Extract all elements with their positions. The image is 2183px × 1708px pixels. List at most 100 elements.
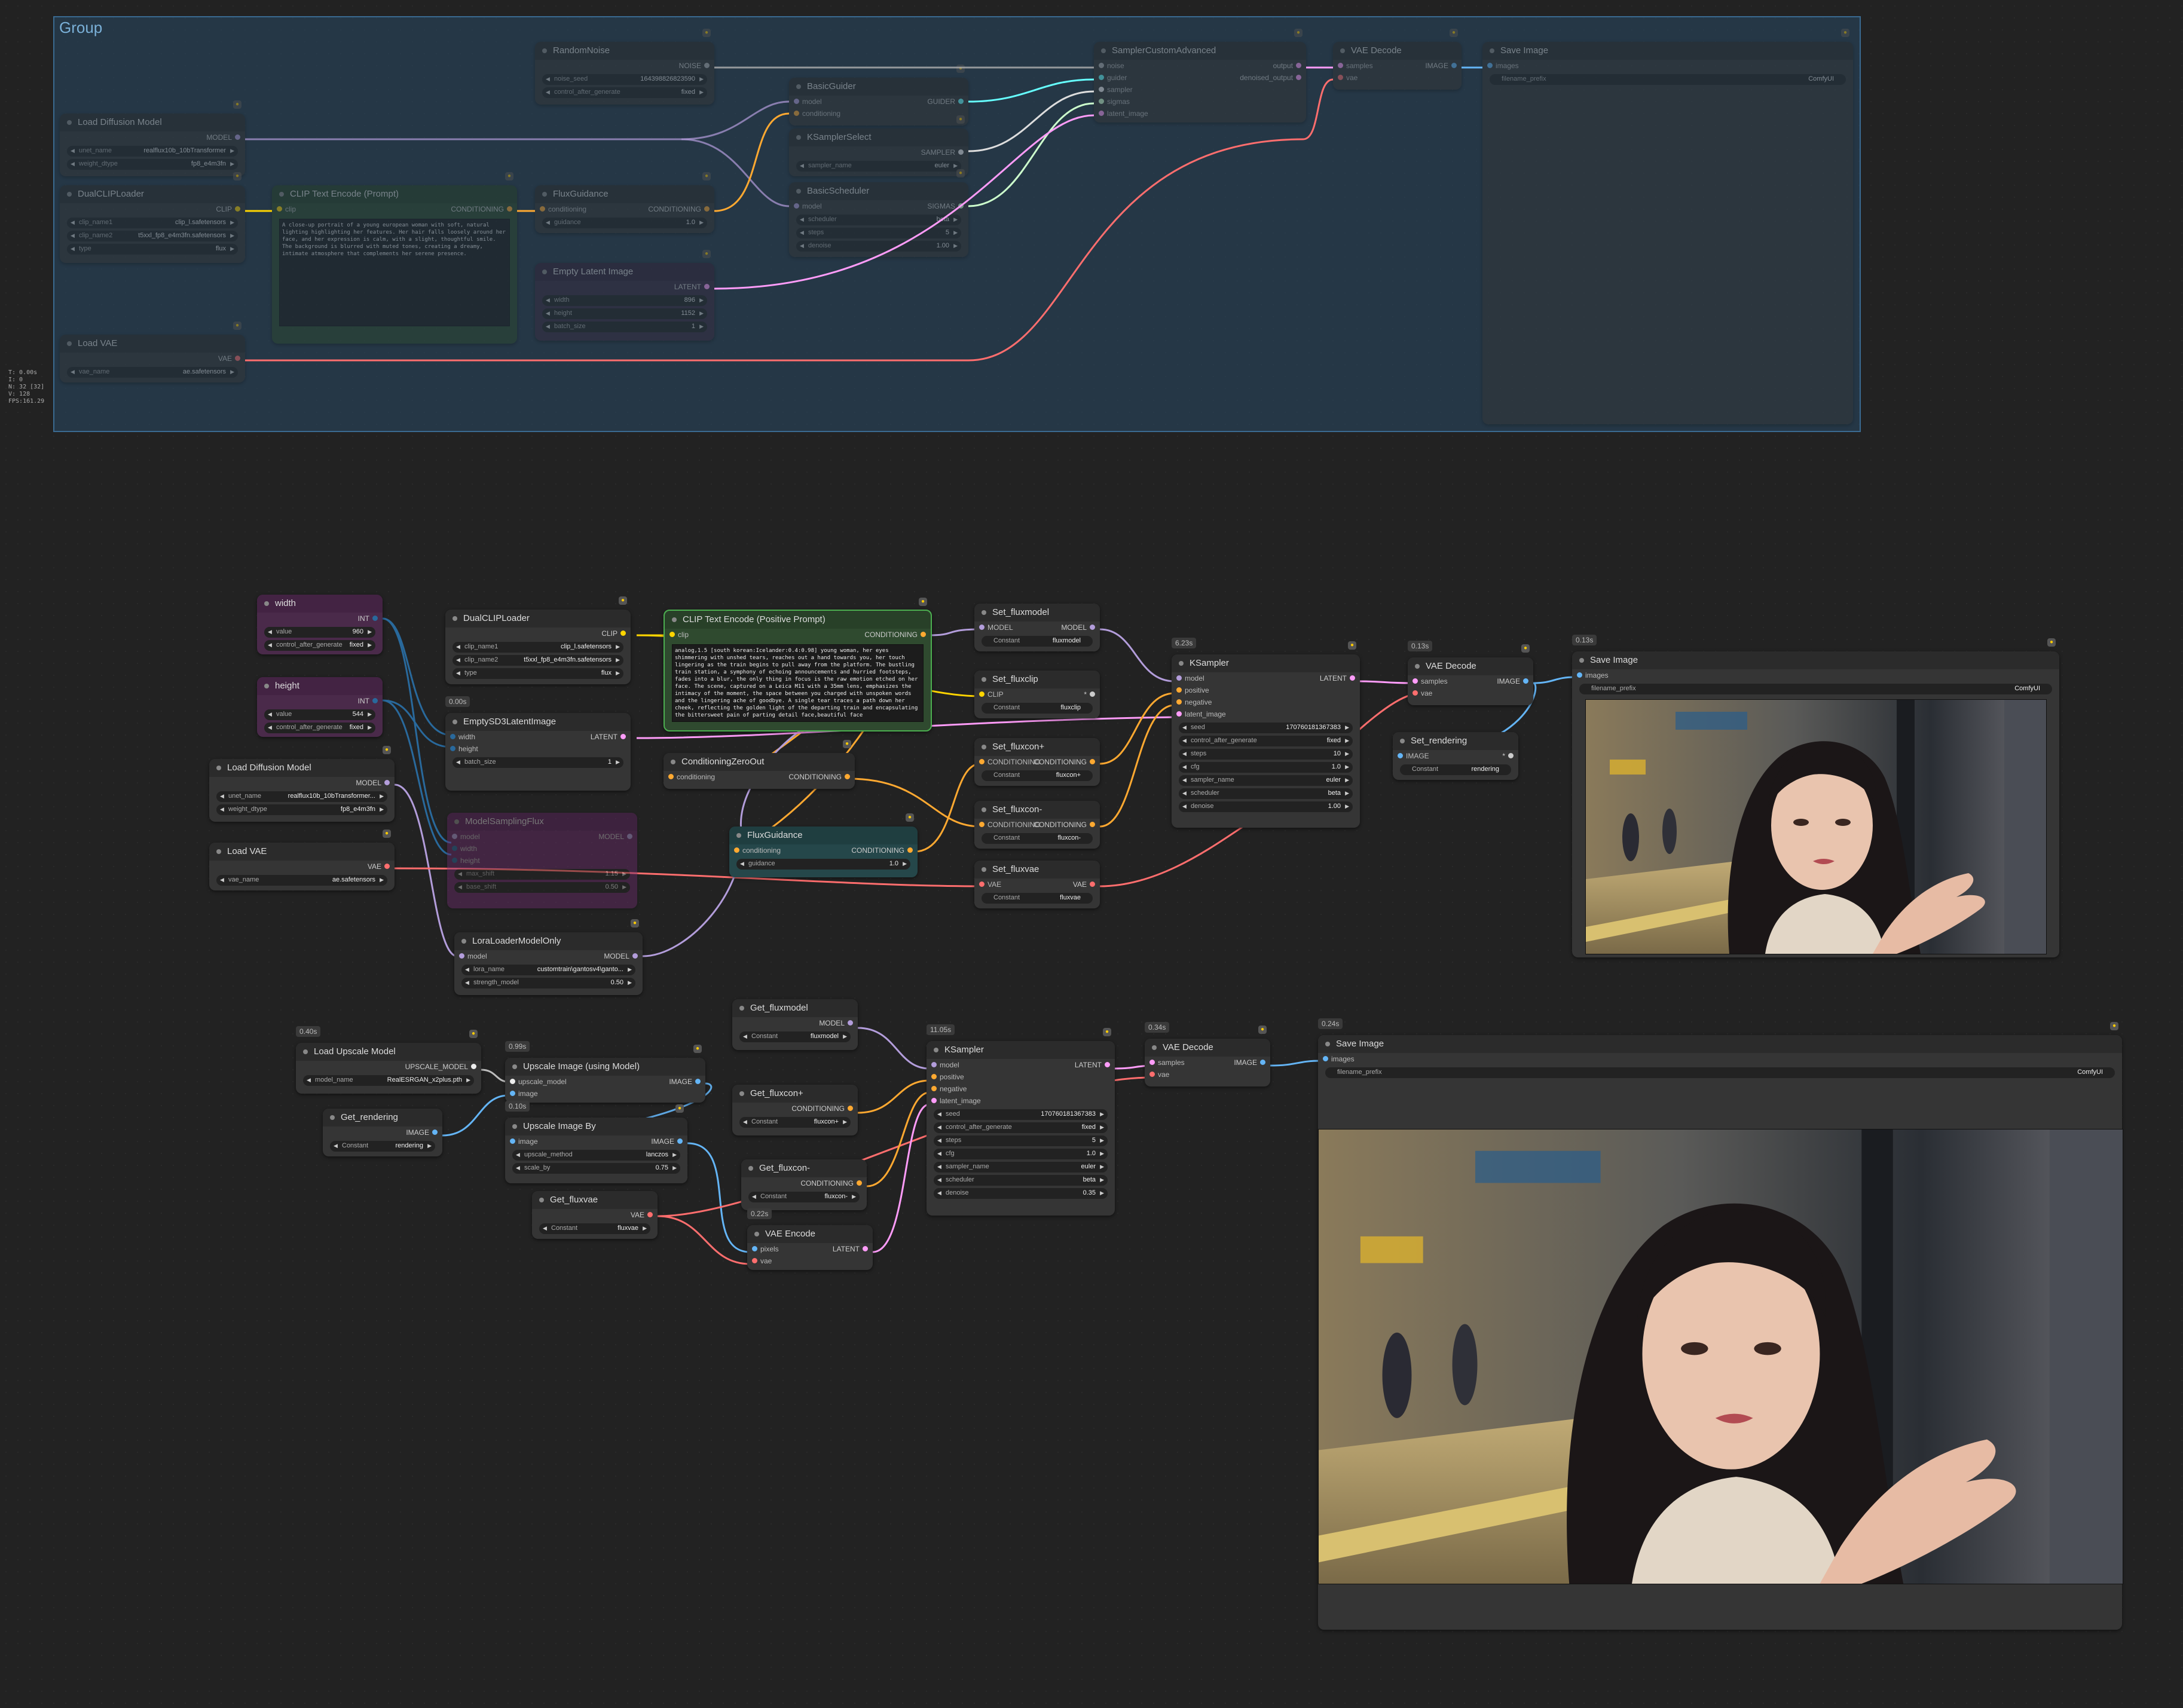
- input-socket[interactable]: [1398, 753, 1403, 758]
- output-socket[interactable]: [958, 99, 964, 104]
- widget-constant[interactable]: Constantfluxcon+: [982, 770, 1093, 781]
- output-socket[interactable]: [372, 616, 378, 621]
- widget-filename-prefix[interactable]: filename_prefix ComfyUI: [1579, 684, 2052, 694]
- node-save-image-top[interactable]: ● Save Image images filename_prefix Comfy…: [1482, 29, 1853, 424]
- output-socket[interactable]: [1090, 759, 1095, 764]
- widget-constant[interactable]: Constantfluxvae: [539, 1223, 650, 1234]
- output-socket[interactable]: [1296, 63, 1301, 68]
- output-socket[interactable]: [845, 774, 850, 779]
- output-socket[interactable]: [1451, 63, 1457, 68]
- node-load-vae[interactable]: ● Load VAE VAE vae_nameae.safetensors: [209, 829, 395, 890]
- node-lora-loader[interactable]: ● LoraLoaderModelOnly modelMODEL lora_na…: [454, 919, 643, 995]
- widget-clip-name2[interactable]: clip_name2t5xxl_fp8_e4m3fn.safetensors: [453, 655, 623, 666]
- widget-strength-model[interactable]: strength_model0.50: [461, 978, 635, 988]
- node-menu-icon[interactable]: ●: [469, 1030, 478, 1038]
- input-socket[interactable]: [931, 1098, 937, 1103]
- node-save-image-2[interactable]: 0.24s ● Save Image images filename_prefi…: [1318, 1018, 2123, 1630]
- input-socket[interactable]: [1149, 1060, 1155, 1065]
- output-socket[interactable]: [677, 1138, 683, 1144]
- node-menu-icon[interactable]: ●: [619, 596, 627, 605]
- widget-scheduler[interactable]: schedulerbeta: [934, 1175, 1108, 1186]
- widget-steps[interactable]: steps5: [934, 1135, 1108, 1146]
- node-get-fluxcon-neg[interactable]: Get_fluxcon- CONDITIONING Constantfluxco…: [741, 1159, 867, 1210]
- input-socket[interactable]: [1323, 1056, 1328, 1061]
- node-sampler-custom[interactable]: ● SamplerCustomAdvanced noise output guid…: [1094, 29, 1306, 123]
- output-socket[interactable]: [620, 630, 626, 636]
- input-socket[interactable]: [1099, 63, 1104, 68]
- widget-constant[interactable]: Constantfluxmodel: [982, 636, 1093, 647]
- widget-lora-name[interactable]: lora_namecustomtrain\gantosv4\ganto...: [461, 965, 635, 975]
- node-flux-guidance[interactable]: ● FluxGuidance conditioning CONDITIONING …: [729, 813, 918, 877]
- widget-value[interactable]: value544: [264, 709, 375, 720]
- node-menu-icon[interactable]: ●: [956, 169, 965, 177]
- widget-steps[interactable]: steps10: [1179, 749, 1353, 760]
- node-upscale-image-by[interactable]: 0.10s ● Upscale Image By imageIMAGE upsc…: [505, 1101, 687, 1183]
- input-socket[interactable]: [931, 1074, 937, 1079]
- output-socket[interactable]: [507, 206, 512, 212]
- node-ksampler-select[interactable]: ● KSamplerSelect SAMPLER sampler_nameeul…: [789, 115, 968, 176]
- widget-type[interactable]: typeflux: [453, 668, 623, 679]
- node-vae-decode-2[interactable]: 0.34s ● VAE Decode samples IMAGE vae: [1145, 1022, 1270, 1086]
- node-random-noise[interactable]: ● RandomNoise NOISE noise_seed1643988268…: [535, 29, 714, 105]
- node-flux-guidance-top[interactable]: ● FluxGuidance conditioning CONDITIONING …: [535, 172, 714, 233]
- node-menu-icon[interactable]: ●: [383, 829, 391, 838]
- widget-denoise[interactable]: denoise1.00: [1179, 801, 1353, 812]
- output-socket[interactable]: [1296, 75, 1301, 80]
- node-menu-icon[interactable]: ●: [956, 65, 965, 73]
- output-socket[interactable]: [1090, 625, 1095, 630]
- node-set-fluxvae[interactable]: Set_fluxvae VAE VAE Constant fluxvae: [974, 861, 1100, 908]
- node-menu-icon[interactable]: ●: [693, 1045, 702, 1053]
- input-socket[interactable]: [734, 847, 739, 853]
- output-socket[interactable]: [627, 834, 632, 839]
- input-socket[interactable]: [1577, 672, 1582, 678]
- input-socket[interactable]: [1338, 63, 1343, 68]
- node-menu-icon[interactable]: ●: [906, 813, 914, 822]
- prompt-textarea[interactable]: analog,1.5 [south korean:Icelander:0.4:0…: [672, 644, 924, 722]
- node-model-sampling-flux[interactable]: ModelSamplingFlux model MODEL width heigh…: [447, 813, 637, 908]
- input-socket[interactable]: [510, 1138, 515, 1144]
- node-menu-icon[interactable]: ●: [233, 100, 241, 109]
- widget-constant[interactable]: Constantfluxmodel: [739, 1031, 851, 1042]
- widget-sampler-name[interactable]: sampler_nameeuler: [796, 161, 961, 172]
- node-menu-icon[interactable]: ●: [675, 1104, 684, 1113]
- node-menu-icon[interactable]: ●: [1348, 641, 1356, 650]
- input-socket[interactable]: [668, 774, 674, 779]
- node-empty-sd3-latent[interactable]: 0.00s EmptySD3LatentImage width LATENT he…: [445, 696, 631, 791]
- group-title[interactable]: Group: [59, 19, 102, 37]
- widget-batch-size[interactable]: batch_size1: [542, 322, 707, 332]
- output-socket[interactable]: [235, 356, 240, 361]
- node-upscale-with-model[interactable]: 0.99s ● Upscale Image (using Model) upsc…: [505, 1041, 705, 1103]
- node-load-diffusion-top[interactable]: ● Load Diffusion Model MODEL unet_namere…: [60, 100, 245, 176]
- node-set-fluxmodel[interactable]: Set_fluxmodel MODEL MODEL Constant fluxmod…: [974, 604, 1100, 651]
- output-socket[interactable]: [704, 284, 710, 289]
- input-socket[interactable]: [979, 822, 985, 827]
- node-set-rendering[interactable]: Set_rendering IMAGE * Constant rendering: [1393, 732, 1518, 780]
- node-menu-icon[interactable]: ●: [1450, 29, 1458, 37]
- output-socket[interactable]: [384, 864, 390, 869]
- widget-vae-name[interactable]: vae_nameae.safetensors: [216, 875, 387, 886]
- input-socket[interactable]: [752, 1246, 757, 1251]
- output-socket[interactable]: [384, 780, 390, 785]
- input-socket[interactable]: [931, 1062, 937, 1067]
- input-socket[interactable]: [540, 206, 545, 212]
- node-vae-decode-1[interactable]: 0.13s ● VAE Decode samples IMAGE vae: [1408, 641, 1533, 705]
- input-socket[interactable]: [1149, 1072, 1155, 1077]
- input-socket[interactable]: [979, 625, 985, 630]
- widget-control-after-generate[interactable]: control_after_generatefixed: [264, 640, 375, 651]
- input-socket[interactable]: [752, 1258, 757, 1263]
- node-menu-icon[interactable]: ●: [2047, 638, 2056, 647]
- output-socket[interactable]: [1260, 1060, 1265, 1065]
- node-get-fluxcon-pos[interactable]: Get_fluxcon+ CONDITIONING Constantfluxco…: [732, 1085, 858, 1135]
- node-menu-icon[interactable]: ●: [2110, 1022, 2118, 1030]
- output-socket[interactable]: [235, 134, 240, 140]
- output-socket[interactable]: [647, 1212, 653, 1217]
- widget-weight-dtype[interactable]: weight_dtypefp8_e4m3fn: [216, 804, 387, 815]
- widget-clip-name1[interactable]: clip_name1clip_l.safetensors: [453, 642, 623, 653]
- widget-constant[interactable]: Constantfluxcon+: [739, 1117, 851, 1128]
- widget-seed[interactable]: seed170760181367383: [934, 1109, 1108, 1120]
- widget-steps[interactable]: steps5: [796, 228, 961, 238]
- output-socket[interactable]: [695, 1079, 701, 1084]
- input-socket[interactable]: [450, 734, 455, 739]
- node-menu-icon[interactable]: ●: [702, 172, 711, 180]
- widget-constant[interactable]: Constantrendering: [1400, 764, 1511, 775]
